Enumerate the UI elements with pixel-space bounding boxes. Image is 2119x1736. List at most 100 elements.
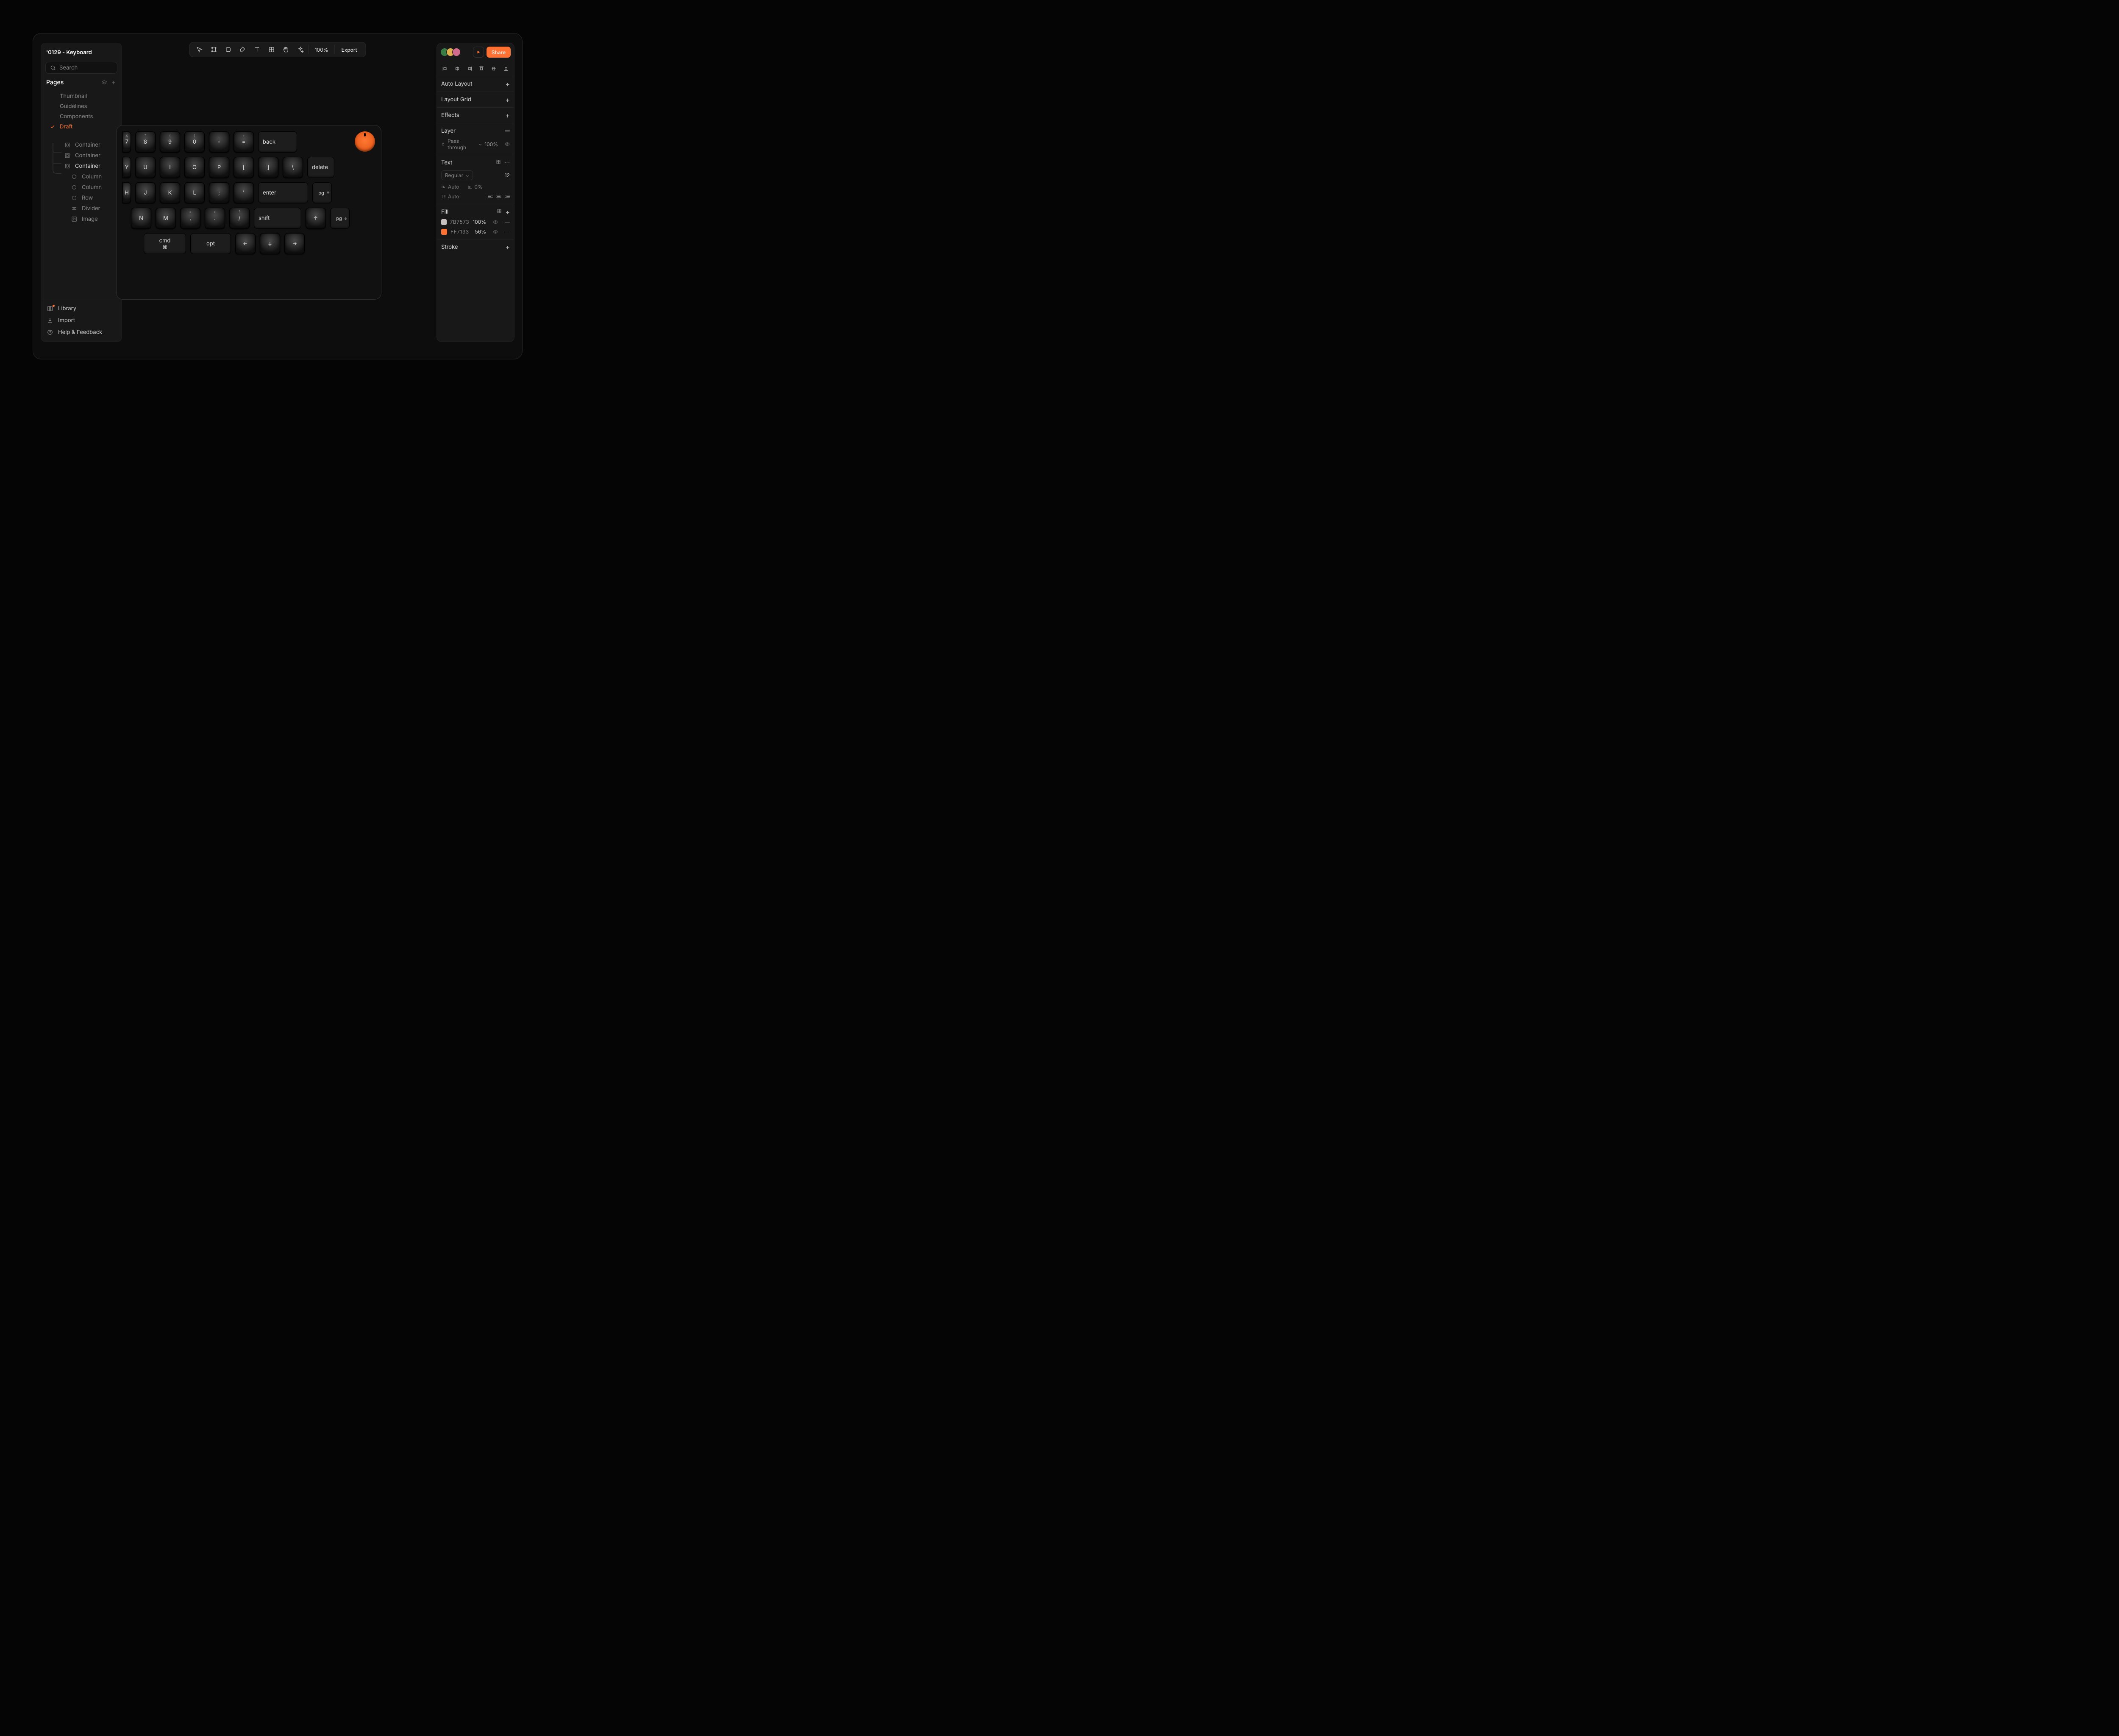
export-button[interactable]: Export — [335, 47, 363, 53]
key-rbracket[interactable]: ] — [258, 157, 278, 178]
page-guidelines[interactable]: Guidelines — [41, 101, 122, 111]
key-shift[interactable]: shift — [254, 208, 301, 229]
page-components[interactable]: Components — [41, 111, 122, 122]
play-icon — [476, 50, 481, 54]
fill-1[interactable]: 7B7573 100% — — [441, 215, 510, 225]
key-enter[interactable]: enter — [258, 182, 308, 203]
tool-rect[interactable] — [221, 42, 236, 57]
align-top-icon[interactable] — [477, 66, 486, 72]
key-slash[interactable]: / — [229, 208, 250, 229]
tool-hand[interactable] — [279, 42, 293, 57]
key-p[interactable]: P — [209, 157, 229, 178]
key-cmd[interactable]: cmd ⌘ — [144, 233, 186, 254]
align-hcenter-icon[interactable] — [453, 66, 462, 72]
visibility-icon[interactable] — [505, 142, 510, 147]
tree-column-2[interactable]: Column — [41, 182, 122, 192]
tool-grid[interactable] — [264, 42, 279, 57]
key-o[interactable]: O — [184, 157, 205, 178]
key-y[interactable]: Y — [122, 157, 131, 178]
key-backslash[interactable]: \ — [283, 157, 303, 178]
footer-import[interactable]: Import — [41, 314, 122, 326]
key-l[interactable]: L — [184, 182, 205, 203]
tree-container-3[interactable]: Container — [41, 161, 122, 171]
key-7[interactable]: 7 — [122, 131, 131, 153]
tree-row[interactable]: Row — [41, 192, 122, 203]
collab-avatars[interactable] — [440, 48, 458, 56]
key-period[interactable]: . — [205, 208, 225, 229]
tree-column-1[interactable]: Column — [41, 171, 122, 182]
play-button[interactable] — [473, 47, 484, 58]
key-delete[interactable]: delete — [307, 157, 334, 178]
key-k[interactable]: K — [160, 182, 180, 203]
remove-fill[interactable]: — — [505, 228, 510, 235]
key-semicolon[interactable]: ; — [209, 182, 229, 203]
text-align-center-icon[interactable] — [496, 195, 501, 198]
key-n[interactable]: N — [131, 208, 151, 229]
font-size[interactable]: 12 — [505, 172, 510, 178]
tool-ai[interactable] — [293, 42, 308, 57]
layers-icon[interactable] — [101, 80, 107, 86]
tool-pen[interactable] — [236, 42, 250, 57]
key-pgdn[interactable]: pg — [330, 208, 350, 229]
align-left-icon[interactable] — [440, 66, 450, 72]
key-u[interactable]: U — [135, 157, 156, 178]
key-0[interactable]: 0 — [184, 131, 205, 153]
tree-image[interactable]: Image — [41, 214, 122, 224]
layer-opacity[interactable]: 100% — [484, 141, 498, 147]
key-dash[interactable]: - — [209, 131, 229, 153]
key-pgup[interactable]: pg — [312, 182, 332, 203]
key-arrow-right[interactable] — [284, 233, 305, 254]
tree-container-2[interactable]: Container — [41, 150, 122, 161]
grid-icon[interactable] — [497, 209, 502, 214]
tool-move[interactable] — [192, 42, 207, 57]
font-weight-select[interactable]: Regular⌄ — [441, 170, 473, 180]
key-lbracket[interactable]: [ — [234, 157, 254, 178]
zoom-level[interactable]: 100% — [310, 47, 334, 53]
add-effect[interactable]: + — [505, 112, 510, 119]
key-quote[interactable]: ' — [234, 182, 254, 203]
blend-mode[interactable]: Pass through — [448, 138, 476, 150]
align-right-icon[interactable] — [465, 66, 474, 72]
share-button[interactable]: Share — [487, 47, 511, 58]
add-auto-layout[interactable]: + — [505, 81, 510, 87]
add-layout-grid[interactable]: + — [505, 96, 510, 103]
align-vcenter-icon[interactable] — [489, 66, 498, 72]
key-arrow-left[interactable] — [235, 233, 256, 254]
key-arrow-up[interactable] — [306, 208, 326, 229]
tool-frame[interactable] — [207, 42, 221, 57]
text-align-right-icon[interactable] — [505, 195, 510, 198]
section-layout-grid: Layout Grid+ — [437, 92, 514, 108]
key-comma[interactable]: , — [180, 208, 200, 229]
add-fill[interactable]: + — [505, 209, 510, 215]
text-align-left-icon[interactable] — [488, 195, 493, 198]
key-8[interactable]: 8 — [135, 131, 156, 153]
footer-library[interactable]: Library — [41, 303, 122, 314]
volume-knob[interactable] — [355, 131, 375, 152]
page-thumbnail[interactable]: Thumbnail — [41, 91, 122, 101]
tree-divider[interactable]: Divider — [41, 203, 122, 214]
search-input[interactable]: Search — [45, 62, 117, 74]
key-opt[interactable]: opt — [190, 233, 231, 254]
visibility-icon[interactable] — [493, 229, 498, 234]
tree-container-1[interactable]: Container — [41, 139, 122, 150]
remove-fill[interactable]: — — [505, 219, 510, 225]
key-9[interactable]: 9 — [160, 131, 180, 153]
visibility-icon[interactable] — [493, 220, 498, 225]
key-j[interactable]: J — [135, 182, 156, 203]
key-h[interactable]: H — [122, 182, 131, 203]
key-m[interactable]: M — [156, 208, 176, 229]
key-back[interactable]: back — [258, 131, 297, 153]
key-i[interactable]: I — [160, 157, 180, 178]
add-page-icon[interactable] — [111, 80, 117, 86]
more-icon[interactable]: ⋯ — [504, 159, 510, 166]
grid-icon[interactable] — [496, 159, 501, 164]
key-equals[interactable]: = — [234, 131, 254, 153]
fill-2[interactable]: FF7133 56% — — [441, 225, 510, 235]
align-bottom-icon[interactable] — [501, 66, 511, 72]
canvas-keyboard[interactable]: 7 8 9 0 - = back Y U I O P [ ] \ delete — [116, 125, 381, 300]
footer-help[interactable]: Help & Feedback — [41, 326, 122, 338]
page-draft[interactable]: Draft — [41, 122, 122, 132]
add-stroke[interactable]: + — [505, 244, 510, 250]
tool-text[interactable] — [250, 42, 264, 57]
key-arrow-down[interactable] — [260, 233, 280, 254]
